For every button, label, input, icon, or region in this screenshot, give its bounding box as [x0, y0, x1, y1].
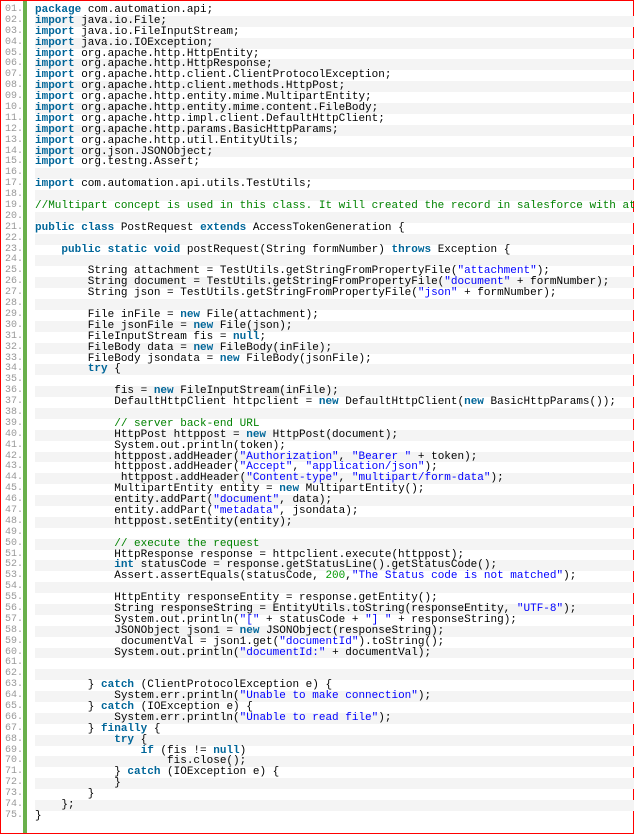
code-line: public static void postRequest(String fo… [35, 245, 634, 256]
token-plain: httppost.setEntity(entity); [35, 516, 292, 528]
token-plain: com.automation.api.utils.TestUtils; [75, 178, 313, 190]
line-number: 68. [5, 735, 21, 746]
token-plain: FileBody(jsonFile); [240, 353, 372, 365]
line-number: 13. [5, 136, 21, 147]
line-number: 75. [5, 811, 21, 822]
code-line: } [35, 778, 634, 789]
token-comment: //Multipart concept is used in this clas… [35, 200, 634, 212]
token-keyword: try [88, 363, 108, 375]
token-plain: PostRequest [114, 222, 200, 234]
line-number: 31. [5, 332, 21, 343]
token-plain [101, 244, 108, 256]
line-number: 49. [5, 528, 21, 539]
token-plain [35, 363, 88, 375]
line-number: 22. [5, 234, 21, 245]
line-number: 40. [5, 430, 21, 441]
token-plain: ); [563, 570, 576, 582]
token-string: "Unable to read file" [240, 712, 379, 724]
code-line: import com.automation.api.utils.TestUtil… [35, 179, 634, 190]
token-plain: , [345, 570, 352, 582]
token-keyword: new [464, 396, 484, 408]
code-line: } [35, 789, 634, 800]
token-plain: + formNumber); [457, 287, 556, 299]
token-plain: DefaultHttpClient httpclient = [35, 396, 319, 408]
line-number: 04. [5, 38, 21, 49]
code-line: //Multipart concept is used in this clas… [35, 201, 634, 212]
token-keyword: void [154, 244, 180, 256]
token-plain: (IOException e) { [160, 766, 279, 778]
token-string: "documentId:" [240, 647, 326, 659]
token-plain [35, 244, 61, 256]
code-line: }; [35, 800, 634, 811]
line-number: 50. [5, 539, 21, 550]
line-number: 59. [5, 637, 21, 648]
token-keyword: catch [127, 766, 160, 778]
token-keyword: class [81, 222, 114, 234]
token-keyword: new [319, 396, 339, 408]
token-plain: org.testng.Assert; [75, 156, 200, 168]
token-string: "Unable to make connection" [240, 690, 418, 702]
token-plain: { [147, 723, 160, 735]
token-plain: String json = TestUtils.getStringFromPro… [35, 287, 418, 299]
code-line: System.out.println("documentId:" + docum… [35, 648, 634, 659]
code-area: package com.automation.api;import java.i… [27, 1, 634, 833]
token-keyword: new [220, 353, 240, 365]
token-string: "json" [418, 287, 458, 299]
line-number: 32. [5, 343, 21, 354]
code-line: Assert.assertEquals(statusCode, 200,"The… [35, 571, 634, 582]
token-keyword: public [61, 244, 101, 256]
token-plain: } [35, 810, 42, 822]
token-plain: BasicHttpParams()); [484, 396, 616, 408]
code-line: String json = TestUtils.getStringFromPro… [35, 288, 634, 299]
token-string: "The Status code is not matched" [352, 570, 563, 582]
token-keyword: import [35, 156, 75, 168]
line-number-gutter: 01.02.03.04.05.06.07.08.09.10.11.12.13.1… [1, 1, 27, 833]
code-line: } [35, 811, 634, 822]
code-line: httppost.setEntity(entity); [35, 517, 634, 528]
code-line: DefaultHttpClient httpclient = new Defau… [35, 397, 634, 408]
token-number: 200 [325, 570, 345, 582]
code-line: FileBody jsondata = new FileBody(jsonFil… [35, 354, 634, 365]
token-plain: HttpPost(document); [266, 429, 398, 441]
token-plain: Assert.assertEquals(statusCode, [35, 570, 325, 582]
token-plain [147, 244, 154, 256]
token-plain: { [108, 363, 121, 375]
token-plain: ); [378, 712, 391, 724]
token-plain: System.out.println( [35, 647, 240, 659]
token-plain: DefaultHttpClient( [339, 396, 464, 408]
token-keyword: public [35, 222, 75, 234]
token-plain: ); [563, 603, 576, 615]
token-keyword: throws [391, 244, 431, 256]
code-line: public class PostRequest extends AccessT… [35, 223, 634, 234]
token-keyword: static [108, 244, 148, 256]
token-plain: ); [418, 690, 431, 702]
code-line [35, 658, 634, 669]
code-line: } catch (IOException e) { [35, 767, 634, 778]
token-plain: Exception { [431, 244, 510, 256]
token-keyword: import [35, 178, 75, 190]
line-number: 41. [5, 441, 21, 452]
code-line: try { [35, 364, 634, 375]
token-plain: ); [490, 472, 503, 484]
token-plain: AccessTokenGeneration { [246, 222, 404, 234]
token-string: "UTF-8" [517, 603, 563, 615]
token-keyword: extends [200, 222, 246, 234]
code-line: import org.testng.Assert; [35, 157, 634, 168]
token-plain: postRequest(String formNumber) [180, 244, 391, 256]
token-plain: + documentVal); [325, 647, 431, 659]
code-viewer: 01.02.03.04.05.06.07.08.09.10.11.12.13.1… [1, 1, 633, 833]
